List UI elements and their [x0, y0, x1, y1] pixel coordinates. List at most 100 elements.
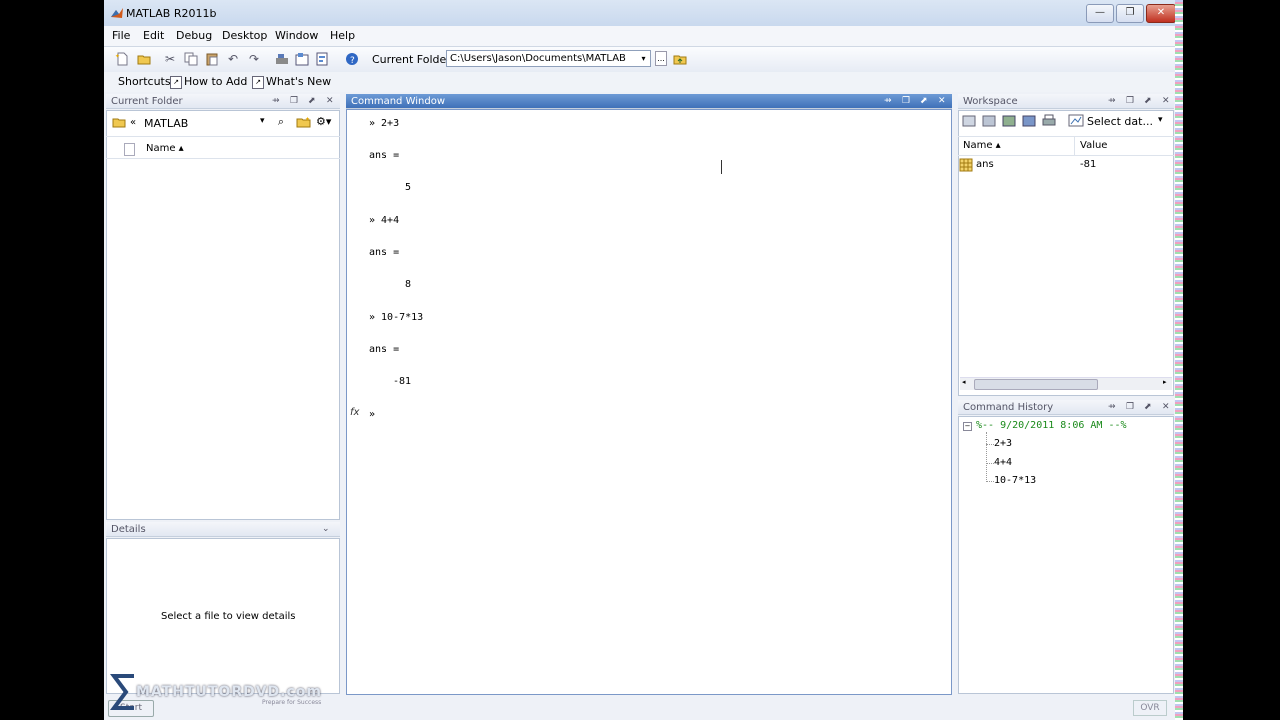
divider	[958, 155, 1174, 156]
help-icon[interactable]: ?	[344, 51, 360, 67]
history-entry[interactable]: 4+4	[994, 457, 1012, 468]
chevron-down-icon[interactable]: ⌄	[322, 522, 330, 537]
command-window-body[interactable]: » 2+3 ans = 5 » 4+4 ans = 8 » 10-7*13 an…	[346, 109, 952, 695]
divider	[958, 136, 1174, 137]
guide-icon[interactable]	[294, 51, 310, 67]
menu-debug[interactable]: Debug	[176, 29, 212, 42]
close-panel-icon[interactable]: ✕	[1162, 94, 1170, 109]
svg-text:✦: ✦	[305, 116, 310, 123]
output-label: ans =	[369, 247, 400, 258]
close-panel-icon[interactable]: ✕	[1162, 400, 1170, 415]
shortcuts-toolbar	[104, 72, 1175, 92]
new-folder-icon[interactable]: ✦	[296, 115, 312, 129]
workspace-name-column[interactable]: Name ▴	[963, 140, 1001, 151]
redo-icon[interactable]: ↷	[246, 51, 262, 67]
shortcut-page-icon: ↗	[170, 76, 182, 89]
browse-folder-button[interactable]: ...	[655, 51, 667, 66]
path-back-chevron[interactable]: «	[130, 117, 136, 128]
command-prompt[interactable]: »	[369, 409, 375, 420]
maximize-button[interactable]: ❐	[1116, 4, 1144, 23]
workspace-value-column[interactable]: Value	[1080, 140, 1107, 151]
plot-selector-icon[interactable]	[1068, 113, 1084, 129]
undo-icon[interactable]: ↶	[225, 51, 241, 67]
print-icon[interactable]	[1042, 114, 1056, 128]
workspace-body	[958, 110, 1174, 396]
scroll-left-icon[interactable]: ◂	[962, 378, 966, 386]
folder-dropdown-arrow[interactable]: ▾	[637, 51, 650, 66]
undock-arrow-icon[interactable]: ⇸	[1108, 94, 1116, 109]
close-panel-icon[interactable]: ✕	[326, 94, 334, 109]
undock-panel-icon[interactable]: ⬈	[308, 94, 316, 109]
workspace-scrollbar[interactable]: ◂ ▸	[960, 377, 1172, 390]
cut-icon[interactable]: ✂	[162, 51, 178, 67]
history-entry[interactable]: 2+3	[994, 438, 1012, 449]
menu-help[interactable]: Help	[330, 29, 355, 42]
maximize-panel-icon[interactable]: ❐	[1126, 400, 1134, 415]
shortcut-page-icon: ↗	[252, 76, 264, 89]
import-data-icon[interactable]	[1002, 114, 1016, 128]
watermark-tagline: Prepare for Success	[262, 699, 322, 706]
undock-arrow-icon[interactable]: ⇸	[1108, 400, 1116, 415]
maximize-panel-icon[interactable]: ❐	[902, 94, 910, 109]
copy-icon[interactable]	[183, 51, 199, 67]
output-value: 8	[405, 279, 412, 290]
paste-icon[interactable]	[204, 51, 220, 67]
close-window-button[interactable]: ✕	[1146, 4, 1175, 23]
menu-desktop[interactable]: Desktop	[222, 29, 267, 42]
collapse-icon[interactable]: −	[963, 422, 972, 431]
undock-panel-icon[interactable]: ⬈	[1144, 400, 1152, 415]
tree-line	[986, 432, 988, 482]
current-folder-label: Current Folder:	[372, 53, 455, 66]
current-folder-body	[106, 110, 340, 520]
how-to-add-link[interactable]: How to Add	[184, 75, 247, 88]
whats-new-link[interactable]: What's New	[266, 75, 331, 88]
scroll-right-icon[interactable]: ▸	[1163, 378, 1167, 386]
tree-branch	[986, 444, 994, 446]
maximize-panel-icon[interactable]: ❐	[1126, 94, 1134, 109]
save-workspace-icon[interactable]	[1022, 114, 1036, 128]
command-line: » 4+4	[369, 215, 400, 226]
maximize-panel-icon[interactable]: ❐	[290, 94, 298, 109]
simulink-icon[interactable]	[274, 51, 290, 67]
menu-edit[interactable]: Edit	[143, 29, 164, 42]
table-row[interactable]: ans -81	[959, 157, 1173, 173]
open-folder-icon[interactable]	[136, 51, 152, 67]
open-variable-icon[interactable]	[982, 114, 996, 128]
matlab-window: MATLAB R2011b — ❐ ✕ File Edit Debug Desk…	[104, 0, 1175, 720]
divider	[106, 158, 340, 159]
menu-window[interactable]: Window	[275, 29, 318, 42]
folder-path-text[interactable]: MATLAB	[144, 117, 188, 130]
chevron-down-icon[interactable]: ▾	[1158, 115, 1163, 125]
history-entry[interactable]: 10-7*13	[994, 475, 1036, 486]
command-history-header: Command History ⇸ ❐ ⬈ ✕	[958, 400, 1174, 415]
close-panel-icon[interactable]: ✕	[938, 94, 946, 109]
name-column-header[interactable]: Name ▴	[146, 143, 184, 154]
minimize-button[interactable]: —	[1086, 4, 1114, 23]
current-folder-input[interactable]	[446, 50, 651, 67]
function-browser-icon[interactable]: fx	[350, 407, 359, 418]
undock-arrow-icon[interactable]: ⇸	[884, 94, 892, 109]
new-file-icon[interactable]: ✦	[114, 51, 130, 67]
output-label: ans =	[369, 344, 400, 355]
command-window-title: Command Window	[351, 96, 446, 107]
parent-folder-icon[interactable]	[672, 51, 688, 67]
sigma-logo-icon	[110, 674, 134, 710]
current-folder-title: Current Folder	[111, 96, 183, 107]
profiler-icon[interactable]	[314, 51, 330, 67]
undock-arrow-icon[interactable]: ⇸	[272, 94, 280, 109]
shortcuts-button[interactable]: Shortcuts	[118, 75, 171, 88]
command-history-body	[958, 416, 1174, 694]
search-icon[interactable]: ⌕	[274, 115, 288, 129]
undock-panel-icon[interactable]: ⬈	[920, 94, 928, 109]
gear-icon[interactable]: ⚙▾	[316, 115, 336, 129]
menu-file[interactable]: File	[112, 29, 130, 42]
file-checkbox-icon	[124, 143, 135, 156]
scroll-thumb[interactable]	[974, 379, 1098, 390]
undock-panel-icon[interactable]: ⬈	[1144, 94, 1152, 109]
details-title: Details	[111, 524, 146, 535]
window-title: MATLAB R2011b	[126, 7, 217, 20]
new-variable-icon[interactable]	[962, 114, 976, 128]
select-data-dropdown[interactable]: Select dat...	[1087, 115, 1153, 128]
matrix-variable-icon	[959, 158, 973, 172]
path-dropdown-arrow[interactable]: ▾	[260, 116, 265, 126]
